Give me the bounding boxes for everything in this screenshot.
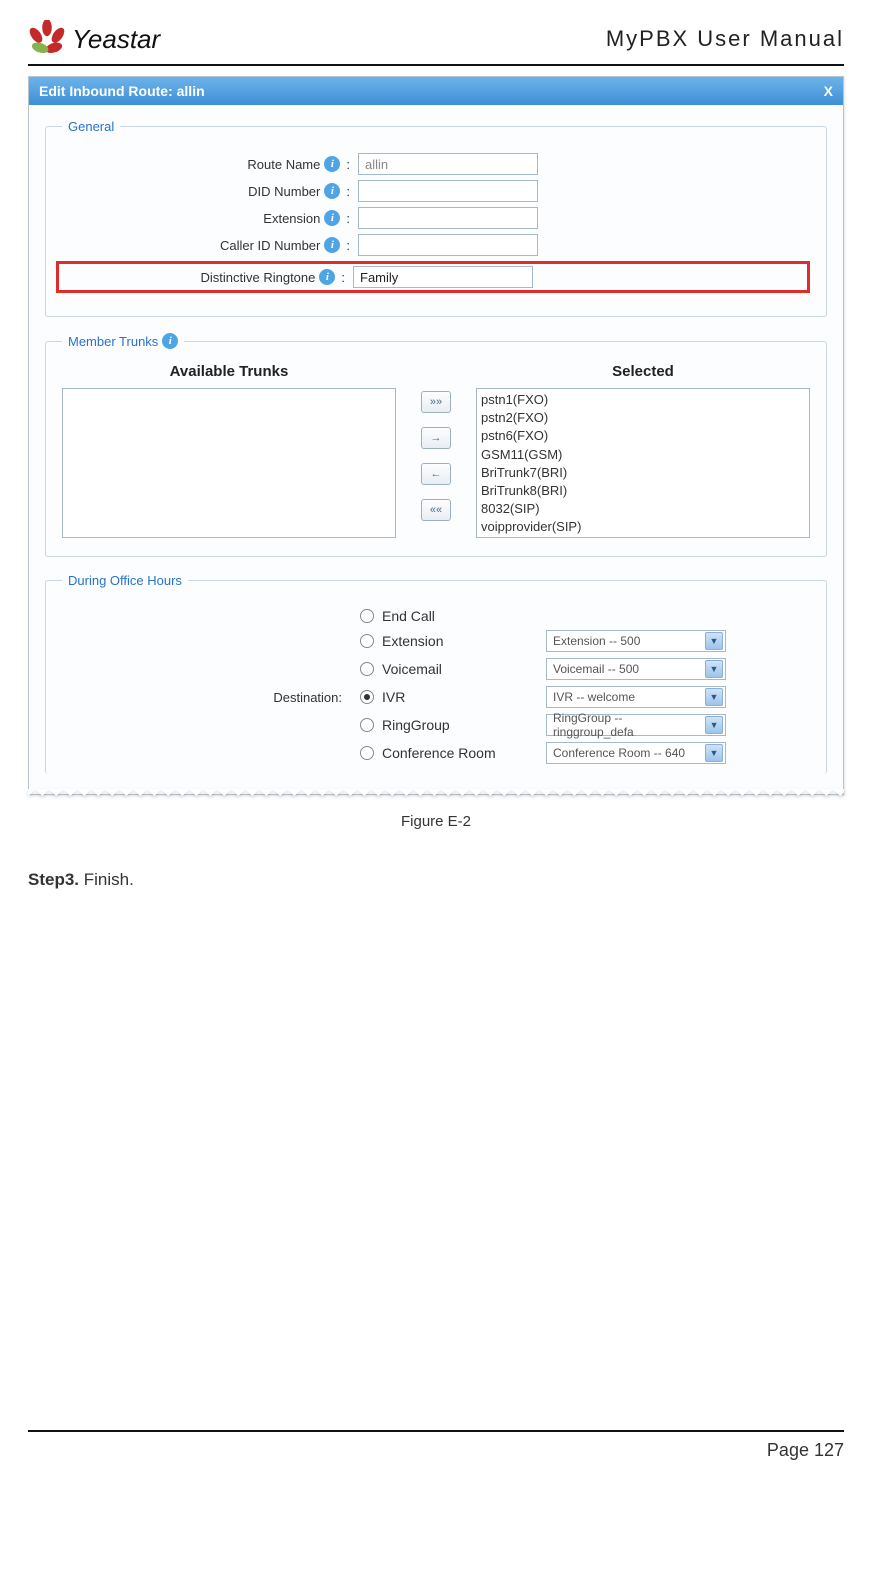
destination-label: Destination: — [62, 690, 352, 705]
move-left-button[interactable]: ← — [421, 463, 451, 485]
member-trunks-legend: Member Trunks i — [62, 333, 184, 349]
did-number-label: DID Number — [248, 184, 320, 199]
ivr-select[interactable]: IVR -- welcome ▼ — [546, 686, 726, 708]
info-icon[interactable]: i — [324, 183, 340, 199]
did-number-input[interactable] — [358, 180, 538, 202]
extension-label: Extension — [263, 211, 320, 226]
info-icon[interactable]: i — [319, 269, 335, 285]
dialog-title-text: Edit Inbound Route: allin — [39, 83, 205, 99]
info-icon[interactable]: i — [324, 210, 340, 226]
route-name-input[interactable] — [358, 153, 538, 175]
general-fieldset: General Route Name i : DID Number i : — [45, 119, 827, 317]
radio-conference[interactable] — [360, 746, 374, 760]
list-item[interactable]: voipprovider(SIP) — [481, 518, 805, 536]
brand-text: Yeastar — [72, 24, 160, 55]
selected-trunks-title: Selected — [476, 363, 810, 380]
info-icon[interactable]: i — [324, 156, 340, 172]
info-icon[interactable]: i — [162, 333, 178, 349]
edit-inbound-route-dialog: Edit Inbound Route: allin X General Rout… — [28, 76, 844, 795]
list-item[interactable]: 8032(SIP) — [481, 500, 805, 518]
voicemail-option-label: Voicemail — [382, 661, 542, 677]
chevron-down-icon: ▼ — [705, 632, 723, 650]
did-number-row: DID Number i : — [62, 180, 810, 202]
asterisk-icon — [28, 20, 66, 58]
radio-ivr[interactable] — [360, 690, 374, 704]
route-name-label: Route Name — [247, 157, 320, 172]
list-item[interactable]: GSM11(GSM) — [481, 446, 805, 464]
member-trunks-fieldset: Member Trunks i Available Trunks »» → ← … — [45, 333, 827, 557]
selected-trunks-list[interactable]: pstn1(FXO) pstn2(FXO) pstn6(FXO) GSM11(G… — [476, 388, 810, 538]
radio-endcall[interactable] — [360, 609, 374, 623]
chevron-down-icon: ▼ — [705, 716, 723, 734]
list-item[interactable]: pstn2(FXO) — [481, 409, 805, 427]
ivr-option-label: IVR — [382, 689, 542, 705]
list-item[interactable]: pstn1(FXO) — [481, 391, 805, 409]
voicemail-select[interactable]: Voicemail -- 500 ▼ — [546, 658, 726, 680]
route-name-row: Route Name i : — [62, 153, 810, 175]
chevron-down-icon: ▼ — [705, 744, 723, 762]
ringgroup-select[interactable]: RingGroup -- ringgroup_defa ▼ — [546, 714, 726, 736]
move-right-button[interactable]: → — [421, 427, 451, 449]
document-title: MyPBX User Manual — [606, 26, 844, 52]
radio-ringgroup[interactable] — [360, 718, 374, 732]
available-trunks-list[interactable] — [62, 388, 396, 538]
ringtone-label: Distinctive Ringtone — [200, 270, 315, 285]
move-all-right-button[interactable]: »» — [421, 391, 451, 413]
page-header: Yeastar MyPBX User Manual — [28, 20, 844, 66]
list-item[interactable]: BriTrunk8(BRI) — [481, 482, 805, 500]
extension-input[interactable] — [358, 207, 538, 229]
step-text: Step3. Finish. — [28, 870, 844, 890]
radio-voicemail[interactable] — [360, 662, 374, 676]
brand-logo: Yeastar — [28, 20, 160, 58]
caller-id-row: Caller ID Number i : — [62, 234, 810, 256]
extension-row: Extension i : — [62, 207, 810, 229]
caller-id-label: Caller ID Number — [220, 238, 320, 253]
office-hours-fieldset: During Office Hours End Call Extension E… — [45, 573, 827, 774]
ringgroup-option-label: RingGroup — [382, 717, 542, 733]
general-legend: General — [62, 119, 120, 134]
step-rest: Finish. — [79, 870, 134, 889]
radio-extension[interactable] — [360, 634, 374, 648]
chevron-down-icon: ▼ — [705, 688, 723, 706]
list-item[interactable]: BriTrunk7(BRI) — [481, 464, 805, 482]
extension-option-label: Extension — [382, 633, 542, 649]
move-all-left-button[interactable]: «« — [421, 499, 451, 521]
ringtone-input[interactable] — [353, 266, 533, 288]
dialog-titlebar: Edit Inbound Route: allin X — [29, 77, 843, 105]
endcall-label: End Call — [382, 608, 542, 624]
close-icon[interactable]: X — [824, 83, 833, 99]
available-trunks-title: Available Trunks — [62, 363, 396, 380]
conference-option-label: Conference Room — [382, 745, 542, 761]
info-icon[interactable]: i — [324, 237, 340, 253]
extension-select[interactable]: Extension -- 500 ▼ — [546, 630, 726, 652]
chevron-down-icon: ▼ — [705, 660, 723, 678]
list-item[interactable]: pstn6(FXO) — [481, 427, 805, 445]
figure-caption: Figure E-2 — [28, 813, 844, 830]
office-hours-legend: During Office Hours — [62, 573, 188, 588]
torn-edge-decoration — [28, 789, 844, 803]
caller-id-input[interactable] — [358, 234, 538, 256]
distinctive-ringtone-row: Distinctive Ringtone i : — [56, 261, 810, 293]
page-footer: Page 127 — [28, 1430, 844, 1461]
step-bold: Step3. — [28, 870, 79, 889]
conference-select[interactable]: Conference Room -- 640 ▼ — [546, 742, 726, 764]
